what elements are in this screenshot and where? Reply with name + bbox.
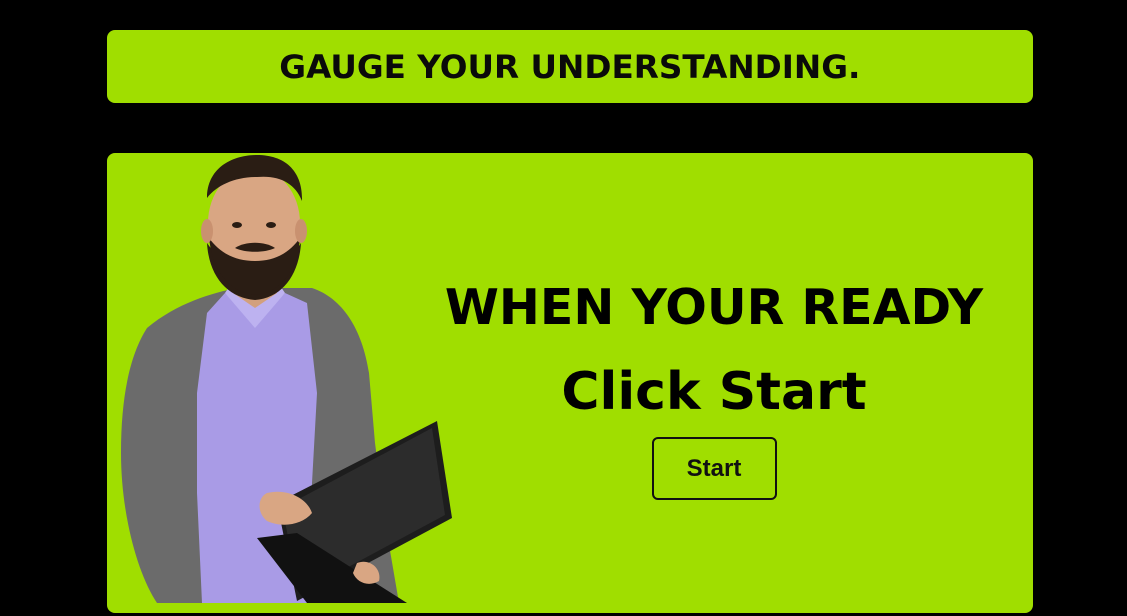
start-button[interactable]: Start — [651, 437, 777, 500]
click-start-heading: Click Start — [561, 362, 867, 422]
quiz-start-card: WHEN YOUR READY Click Start Start — [107, 153, 1033, 613]
header-banner: GAUGE YOUR UNDERSTANDING. — [107, 30, 1033, 103]
cta-block: WHEN YOUR READY Click Start Start — [445, 273, 983, 500]
man-with-laptop-image — [121, 155, 452, 603]
ready-heading: WHEN YOUR READY — [444, 279, 984, 336]
page-title: GAUGE YOUR UNDERSTANDING. — [279, 47, 861, 86]
